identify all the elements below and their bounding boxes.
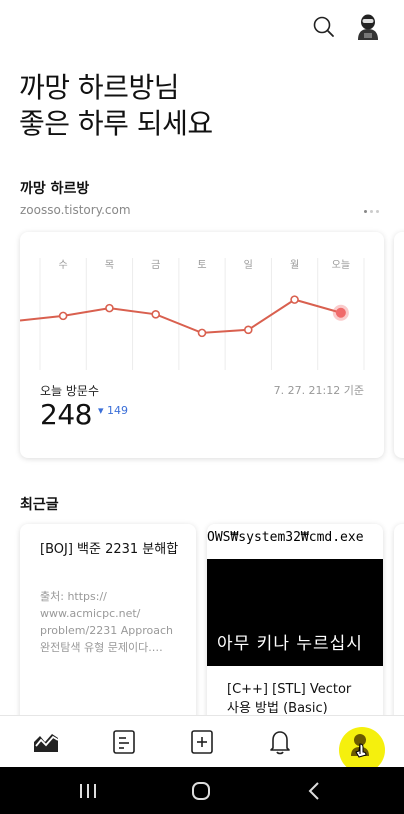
chart-category-label: 금 bbox=[151, 259, 160, 271]
chart-category-label: 수 bbox=[59, 259, 68, 271]
chart-data-point bbox=[151, 310, 161, 319]
visit-count: 248 bbox=[40, 398, 92, 431]
home-icon[interactable] bbox=[190, 781, 212, 801]
chart-category-label: 오늘 bbox=[332, 259, 350, 271]
back-icon[interactable] bbox=[304, 781, 326, 801]
new-post-icon[interactable] bbox=[188, 728, 216, 756]
notification-icon[interactable] bbox=[266, 728, 294, 756]
post-thumbnail: OWS₩system32₩cmd.exe 아무 키나 누르십시 bbox=[207, 524, 383, 666]
chart-category-label: 목 bbox=[105, 259, 114, 271]
post-card[interactable]: OWS₩system32₩cmd.exe 아무 키나 누르십시 [C++] [S… bbox=[207, 524, 383, 734]
post-excerpt: 출처: https:// www.acmicpc.net/ problem/22… bbox=[40, 590, 173, 654]
visit-stats-card[interactable]: 수 목 금 토 일 월 오늘 오늘 방문수 7. 27. 21:12 기준 248 ▾ 14… bbox=[20, 232, 384, 458]
chart-data-point bbox=[290, 295, 299, 304]
post-card-peek[interactable] bbox=[394, 524, 404, 734]
chart-data-point bbox=[197, 328, 207, 338]
chart-category-label: 토 bbox=[197, 260, 206, 271]
visit-label: 오늘 방문수 bbox=[40, 384, 100, 398]
visit-timestamp: 7. 27. 21:12 기준 bbox=[273, 384, 364, 397]
greeting-line-2: 좋은 하루 되세요 bbox=[19, 107, 213, 140]
thumbnail-console-text: 아무 키나 누르십시 bbox=[217, 634, 363, 654]
chart-data-point bbox=[243, 325, 253, 335]
avatar-icon[interactable] bbox=[355, 13, 381, 41]
greeting-line-1: 까망 하르방님 bbox=[19, 71, 179, 104]
search-icon[interactable] bbox=[313, 16, 335, 38]
stats-icon[interactable] bbox=[32, 728, 60, 756]
recent-apps-icon[interactable] bbox=[77, 781, 99, 801]
visit-chart: 수 목 금 토 일 월 오늘 bbox=[20, 258, 365, 370]
top-bar bbox=[0, 0, 404, 56]
visit-delta: ▾ 149 bbox=[98, 404, 129, 417]
blog-url[interactable]: zoosso.tistory.com bbox=[20, 203, 131, 217]
chart-data-point bbox=[335, 307, 346, 318]
pager-dots bbox=[364, 210, 386, 216]
post-card[interactable]: [BOJ] 백준 2231 분해합 출처: https:// www.acmic… bbox=[20, 524, 196, 734]
next-stats-card[interactable] bbox=[394, 232, 404, 458]
post-list-icon[interactable] bbox=[110, 728, 138, 756]
recent-posts-title: 최근글 bbox=[20, 497, 59, 513]
chart-category-label: 월 bbox=[290, 259, 299, 271]
system-nav-bar bbox=[0, 767, 404, 814]
chart-data-point bbox=[58, 311, 68, 321]
greeting: 까망 하르방님 좋은 하루 되세요 bbox=[19, 70, 213, 142]
profile-icon[interactable] bbox=[346, 730, 374, 758]
chart-category-label: 일 bbox=[244, 259, 253, 271]
visit-series-line bbox=[20, 298, 342, 334]
thumbnail-path-text: OWS₩system32₩cmd.exe bbox=[207, 530, 364, 545]
post-title: [C++] [STL] Vector 사용 방법 (Basic) bbox=[227, 682, 352, 716]
blog-name[interactable]: 까망 하르방 bbox=[20, 178, 89, 198]
post-title: [BOJ] 백준 2231 분해합 bbox=[40, 542, 179, 557]
chart-data-point bbox=[105, 303, 114, 313]
